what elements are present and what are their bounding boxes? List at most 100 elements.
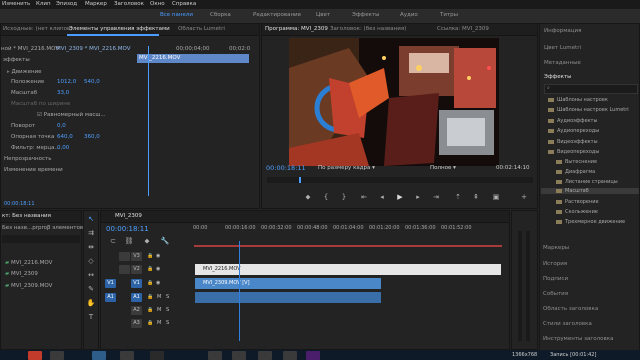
mark-in-icon[interactable]: { [320,193,332,201]
panel-metadata[interactable]: Метаданные [544,60,581,66]
workspace-color[interactable]: Цвет [316,12,330,18]
track-name-a3[interactable]: A3 [131,319,142,328]
tab-reference[interactable]: Ссылка: MVI_2309 [437,26,489,32]
eye-icon[interactable]: ◉ [156,253,160,259]
lock-icon[interactable]: 🔒 [147,266,153,272]
menu-marker[interactable]: Маркер [85,1,107,7]
work-area-bar[interactable] [194,245,502,247]
program-playhead[interactable] [299,177,301,183]
effects-tree-item[interactable]: Аудиоэффекты [548,118,597,124]
track-select-icon[interactable]: ⇉ [85,229,97,237]
position-x-value[interactable]: 1012,0 [57,79,76,85]
program-timecode[interactable]: 00:00:18:11 [266,164,306,172]
effects-tree-item[interactable]: Аудиопереходы [548,128,599,134]
effect-controls-sequence[interactable]: MVI_2309 * MVI_2216.MOV [56,46,131,52]
snap-icon[interactable]: ⊂ [107,237,119,245]
tab-sequence[interactable]: MVI_2309 [115,213,142,219]
effect-time-remap[interactable]: Изменение времени [4,167,63,173]
mute-button[interactable]: M [157,294,161,300]
taskbar-app-icon[interactable] [150,351,164,360]
panel-title-styles[interactable]: Стили заголовка [543,321,592,327]
project-item[interactable]: ▰ MVI_2216.MOV [5,260,52,266]
fit-dropdown[interactable]: По размеру кадра ▾ [318,165,375,171]
menu-window[interactable]: Окно [150,1,165,7]
taskbar-app-icon[interactable] [283,351,297,360]
lift-icon[interactable]: ⇡ [452,193,464,201]
lock-icon[interactable]: 🔒 [147,294,153,300]
go-to-out-icon[interactable]: ⇥ [430,193,442,201]
effects-tree-item[interactable]: Трехмерное движение [556,219,625,225]
pen-tool-icon[interactable]: ✎ [85,285,97,293]
project-search-input[interactable] [2,235,80,243]
prop-uniform-scale[interactable]: ☑ Равномерный масш... [37,112,106,118]
panel-lumetri-color[interactable]: Цвет Lumetri [544,45,581,51]
panel-effects[interactable]: Эффекты [544,74,572,80]
clip-a1[interactable] [195,292,381,303]
workspace-editing[interactable]: Редактирование [253,12,301,18]
extract-icon[interactable]: ⇞ [470,193,482,201]
effect-opacity[interactable]: Непрозрачность [4,156,51,162]
effects-tree-item-selected[interactable]: Масштаб [541,188,639,194]
ripple-edit-icon[interactable]: ⇹ [85,243,97,251]
timeline-playhead[interactable] [239,241,240,341]
solo-button[interactable]: S [166,307,169,313]
effects-tree-item[interactable]: Вытеснение [556,159,597,165]
lock-icon[interactable]: 🔒 [147,307,153,313]
workspace-effects[interactable]: Эффекты [352,12,380,18]
linked-selection-icon[interactable]: ⛓ [123,237,135,245]
settings-icon[interactable]: 🔧 [159,237,171,245]
effect-motion[interactable]: ▸ Движение [7,69,42,75]
rotation-value[interactable]: 0,0 [57,123,66,129]
selection-tool-icon[interactable]: ↖ [85,215,97,223]
effects-tree-item[interactable]: Видеопереходы [548,149,599,155]
track-target-v2[interactable] [119,265,130,274]
track-name-a2[interactable]: A2 [131,306,142,315]
effects-tree-item[interactable]: Листание страницы [556,179,618,185]
effect-playhead[interactable] [148,46,149,196]
menu-sequence[interactable]: Эпизод [56,1,77,7]
tab-title[interactable]: Заголовок: (без названия) [330,26,406,32]
add-button-icon[interactable]: + [518,193,530,201]
mark-out-icon[interactable]: } [338,193,350,201]
panel-title-tools[interactable]: Инструменты заголовка [543,336,613,342]
workspace-assembly[interactable]: Сборка [210,12,231,18]
go-to-in-icon[interactable]: ⇤ [358,193,370,201]
eye-icon[interactable]: ◉ [156,280,160,286]
project-item[interactable]: ▰ MVI_2309.MOV [5,283,52,289]
clip-v2[interactable]: MVI_2216.MOV [195,264,501,275]
lock-icon[interactable]: 🔒 [147,280,153,286]
solo-button[interactable]: S [166,294,169,300]
source-patch-a1[interactable]: A1 [105,293,116,302]
tab-project[interactable]: кт: Без названия [2,213,51,219]
track-name-v3[interactable]: V3 [131,252,142,261]
tab-source[interactable]: Исходные: (нет клипов) [3,26,72,32]
add-marker-icon[interactable]: ⬥ [302,193,314,202]
track-target-v3[interactable] [119,252,130,261]
workspace-all-panels[interactable]: Все панели [160,12,193,18]
text-tool-icon[interactable]: T [85,313,97,321]
step-back-icon[interactable]: ◂ [376,193,388,201]
panel-events[interactable]: События [543,291,568,297]
effects-tree-item[interactable]: Шаблоны настроек Lumetri [548,107,629,113]
clip-v1[interactable]: MVI_2309.MOV [V] [195,278,381,289]
lock-icon[interactable]: 🔒 [147,320,153,326]
taskbar-app-icon[interactable] [232,351,246,360]
anchor-x-value[interactable]: 640,0 [57,134,73,140]
taskbar-app-icon[interactable] [50,351,64,360]
hand-tool-icon[interactable]: ✋ [85,299,97,307]
effects-tree-item[interactable]: Растворение [556,199,599,205]
workspace-titles[interactable]: Титры [440,12,458,18]
lock-icon[interactable]: 🔒 [147,253,153,259]
program-scrubber[interactable] [267,177,533,183]
tab-lumetri-scopes[interactable]: Область Lumetri [178,26,225,32]
source-patch-v1[interactable]: V1 [105,279,116,288]
effects-tree-item[interactable]: Видеоэффекты [548,139,598,145]
panel-title-area[interactable]: Область заголовка [543,306,598,312]
effects-tree-item[interactable]: Диафрагма [556,169,595,175]
add-marker-icon[interactable]: ⬥ [141,237,153,246]
effect-controls-timecode[interactable]: 00:00:18:11 [4,201,35,207]
play-icon[interactable]: ▶ [394,193,406,201]
quality-dropdown[interactable]: Полное ▾ [430,165,456,171]
menu-clip[interactable]: Клип [36,1,51,7]
workspace-audio[interactable]: Аудио [400,12,418,18]
